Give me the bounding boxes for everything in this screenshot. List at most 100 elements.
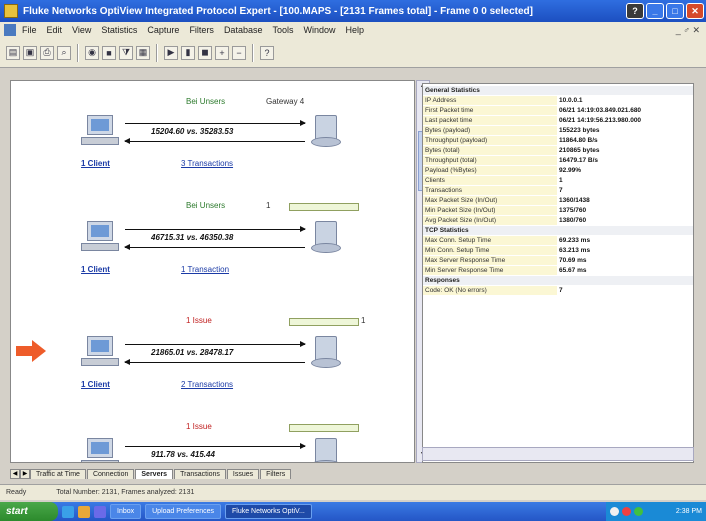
- print-icon[interactable]: ⎙: [40, 45, 54, 60]
- stats-row: Transactions 7: [423, 186, 693, 195]
- document-icon[interactable]: [4, 24, 16, 36]
- menu-bar: File Edit View Statistics Capture Filter…: [0, 22, 706, 38]
- stats-value: 06/21 14:19:03.849.021.680: [557, 106, 693, 115]
- server-icon[interactable]: [311, 438, 341, 462]
- stats-row: Last packet time 06/21 14:19:56.213.980.0…: [423, 116, 693, 125]
- taskbar-item[interactable]: Inbox: [110, 504, 142, 519]
- stats-value: 16479.17 B/s: [557, 156, 693, 165]
- stats-key: Max Packet Size (In/Out): [423, 196, 557, 205]
- server-label: 1: [266, 201, 271, 210]
- client-link[interactable]: 1 Client: [81, 159, 110, 168]
- stats-value: 155223 bytes: [557, 126, 693, 135]
- client-computer-icon[interactable]: [81, 438, 121, 462]
- client-computer-icon[interactable]: [81, 115, 121, 147]
- tab-traffic-at-time[interactable]: Traffic at Time: [30, 469, 86, 479]
- help-icon[interactable]: ?: [626, 3, 644, 19]
- taskbar-item[interactable]: Fluke Networks OptiV...: [225, 504, 312, 519]
- client-link[interactable]: 1 Client: [81, 380, 110, 389]
- menu-database[interactable]: Database: [224, 25, 263, 35]
- stats-row: Code: OK (No errors) 7: [423, 286, 693, 295]
- clock: 2:38 PM: [675, 508, 702, 515]
- help-toolbar-icon[interactable]: ?: [260, 45, 274, 60]
- server-icon[interactable]: [311, 221, 341, 255]
- menu-edit[interactable]: Edit: [47, 25, 63, 35]
- media-icon[interactable]: [94, 505, 106, 518]
- stats-key: Throughput (total): [423, 156, 557, 165]
- save-icon[interactable]: ▣: [23, 45, 37, 60]
- stats-key: Payload (%Bytes): [423, 166, 557, 175]
- close-button[interactable]: ✕: [686, 3, 704, 19]
- tab-connection[interactable]: Connection: [86, 469, 135, 479]
- toolbar-separator: [252, 43, 254, 62]
- maximize-button[interactable]: □: [666, 3, 684, 19]
- menu-window[interactable]: Window: [303, 25, 335, 35]
- menu-capture[interactable]: Capture: [147, 25, 179, 35]
- client-link[interactable]: 1 Client: [81, 265, 110, 274]
- status-ready: Ready: [6, 489, 27, 496]
- pause-icon[interactable]: ▮: [181, 45, 195, 60]
- system-tray: 2:38 PM: [606, 502, 706, 521]
- block-label: Bei Unsers: [186, 201, 226, 210]
- folder-icon[interactable]: [78, 505, 90, 518]
- stats-row: Clients 1: [423, 176, 693, 185]
- stats-key: Bytes (payload): [423, 126, 557, 135]
- throughput-label: 21865.01 vs. 28478.17: [151, 348, 234, 357]
- chart-icon[interactable]: ▦: [136, 45, 150, 60]
- security-tray-icon[interactable]: [622, 507, 631, 516]
- stats-value: 06/21 14:19:56.213.980.000: [557, 116, 693, 125]
- transactions-link[interactable]: 1 Transaction: [181, 265, 229, 274]
- taskbar-item[interactable]: Upload Preferences: [145, 504, 221, 519]
- start-button[interactable]: start: [0, 502, 58, 521]
- menu-tools[interactable]: Tools: [272, 25, 293, 35]
- mdi-controls[interactable]: _ ♂ ✕: [676, 25, 700, 36]
- stats-row: IP Address 10.0.0.1: [423, 96, 693, 105]
- tab-issues[interactable]: Issues: [226, 469, 260, 479]
- window-title: Fluke Networks OptiView Integrated Proto…: [23, 5, 533, 17]
- client-computer-icon[interactable]: [81, 336, 121, 368]
- play-icon[interactable]: ▶: [164, 45, 178, 60]
- tab-prev-icon[interactable]: ◀: [10, 469, 20, 479]
- open-icon[interactable]: ▤: [6, 45, 20, 60]
- outbound-arrow: [125, 226, 306, 232]
- find-icon[interactable]: ⌕: [57, 45, 71, 60]
- browser-icon[interactable]: [62, 505, 74, 518]
- zoom-out-icon[interactable]: −: [232, 45, 246, 60]
- filter-icon[interactable]: ⧩: [119, 45, 133, 60]
- network-tray-icon[interactable]: [610, 507, 619, 516]
- status-message: Total Number: 2131, Frames analyzed: 213…: [56, 489, 195, 496]
- transactions-link[interactable]: 2 Transactions: [181, 380, 233, 389]
- transactions-link[interactable]: 3 Transactions: [181, 159, 233, 168]
- menu-filters[interactable]: Filters: [189, 25, 214, 35]
- stats-value: [557, 86, 693, 95]
- tab-servers[interactable]: Servers: [135, 469, 174, 479]
- outbound-arrow: [125, 341, 306, 347]
- stats-row: Max Packet Size (In/Out) 1360/1438: [423, 196, 693, 205]
- menu-help[interactable]: Help: [346, 25, 365, 35]
- block-label: Bei Unsers: [186, 97, 226, 106]
- server-icon[interactable]: [311, 336, 341, 370]
- menu-file[interactable]: File: [22, 25, 37, 35]
- client-computer-icon[interactable]: [81, 221, 121, 253]
- stats-value: 1380/760: [557, 216, 693, 225]
- server-icon[interactable]: [311, 115, 341, 149]
- tab-next-icon[interactable]: ▶: [20, 469, 30, 479]
- zoom-in-icon[interactable]: +: [215, 45, 229, 60]
- statistics-scrollbar[interactable]: [422, 447, 694, 461]
- stop-rec-icon[interactable]: ◼: [198, 45, 212, 60]
- connection-block: Bei Unsers Gateway 4 15204.60 vs. 35283.…: [11, 85, 414, 185]
- menu-statistics[interactable]: Statistics: [101, 25, 137, 35]
- capture-icon[interactable]: ◉: [85, 45, 99, 60]
- stats-row: Bytes (payload) 155223 bytes: [423, 126, 693, 135]
- connection-block: Bei Unsers 1 46715.31 vs. 46350.38 1 Cli…: [11, 191, 414, 291]
- tab-filters[interactable]: Filters: [260, 469, 292, 479]
- menu-view[interactable]: View: [72, 25, 91, 35]
- mini-bar: [289, 318, 359, 326]
- throughput-label: 46715.31 vs. 46350.38: [151, 233, 234, 242]
- minimize-button[interactable]: _: [646, 3, 664, 19]
- outbound-arrow: [125, 443, 306, 449]
- outbound-arrow: [125, 120, 306, 126]
- taskbar: start Inbox Upload Preferences Fluke Net…: [0, 502, 706, 521]
- tab-transactions[interactable]: Transactions: [174, 469, 226, 479]
- stop-icon[interactable]: ■: [102, 45, 116, 60]
- volume-tray-icon[interactable]: [634, 507, 643, 516]
